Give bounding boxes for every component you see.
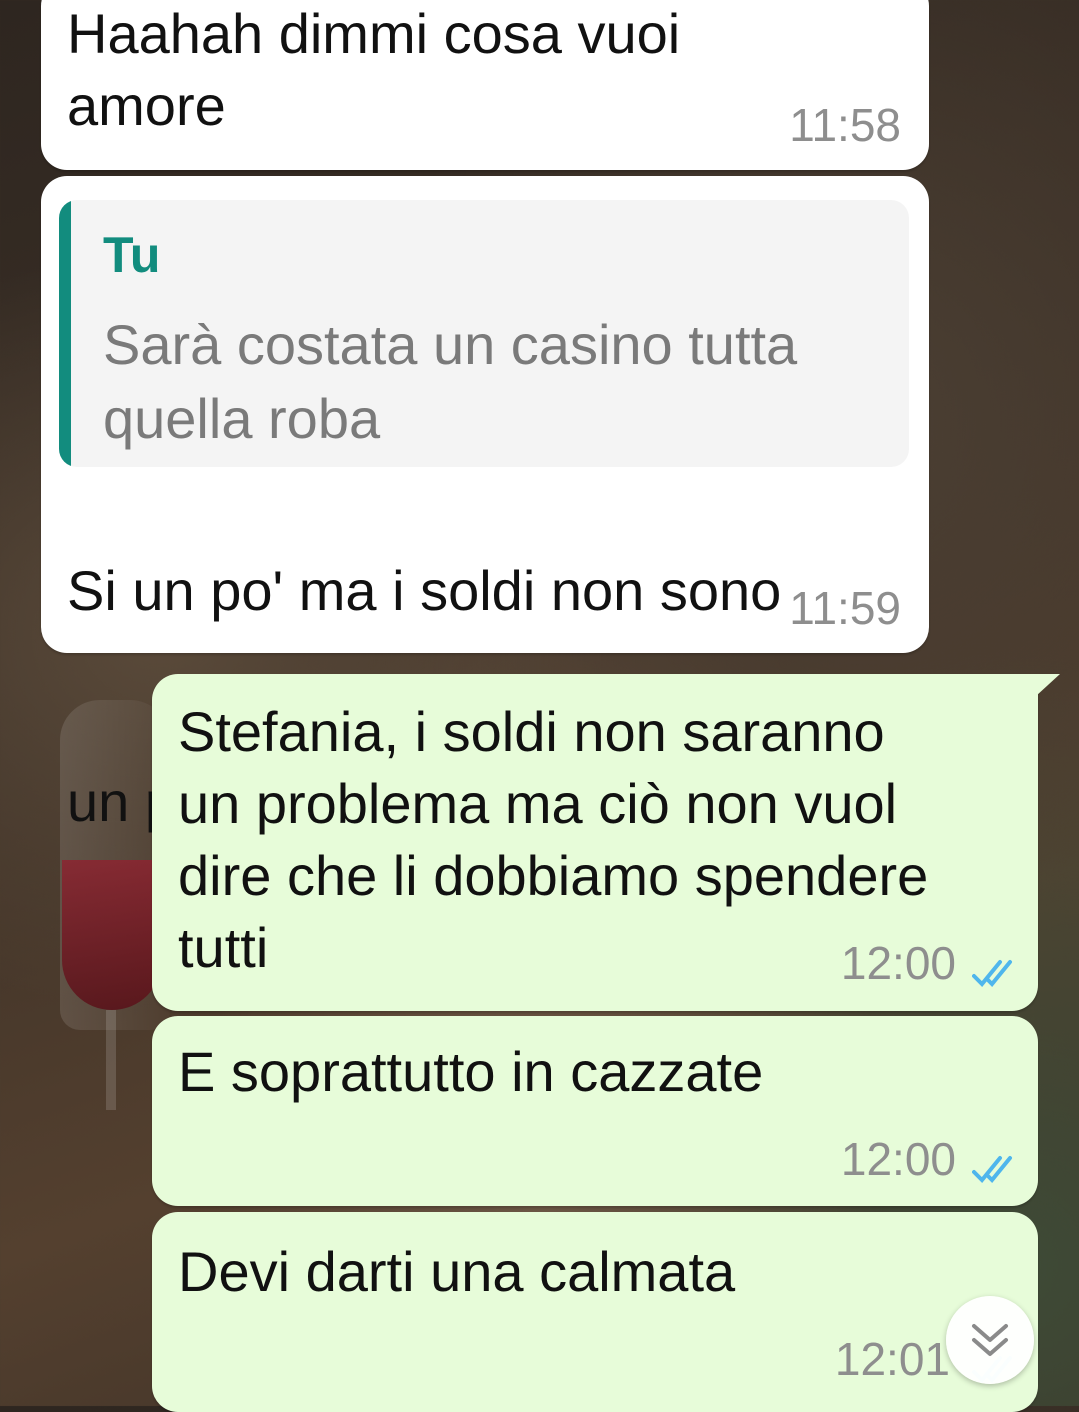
- message-time: 12:01: [834, 1333, 950, 1385]
- quote-text: Sarà costata un casino tutta quella roba: [103, 313, 798, 450]
- quote-accent-bar: [59, 200, 71, 467]
- outgoing-message[interactable]: E soprattutto in cazzate 12:00: [152, 1016, 1038, 1206]
- quote-author: Tu: [103, 227, 161, 283]
- message-text: Haahah dimmi cosa vuoi amore: [67, 2, 681, 137]
- chevron-double-down-icon: [972, 1324, 1008, 1356]
- message-time: 12:00: [840, 937, 956, 989]
- message-text-line: Si un po' ma i soldi non sono: [67, 559, 782, 622]
- double-check-icon: [972, 960, 1012, 987]
- outgoing-message[interactable]: Stefania, i soldi non saranno un problem…: [152, 674, 1038, 1011]
- message-time: 11:59: [789, 582, 901, 634]
- message-text: E soprattutto in cazzate: [178, 1040, 764, 1103]
- wallpaper-glass-stem: [106, 1010, 116, 1110]
- scroll-to-bottom-button[interactable]: [946, 1296, 1034, 1384]
- message-text: Devi darti una calmata: [178, 1240, 736, 1303]
- outgoing-message[interactable]: Devi darti una calmata 12:01: [152, 1212, 1038, 1412]
- double-check-icon: [972, 1156, 1012, 1183]
- quoted-message[interactable]: Tu Sarà costata un casino tutta quella r…: [59, 200, 909, 467]
- incoming-reply-message[interactable]: Tu Sarà costata un casino tutta quella r…: [41, 176, 929, 833]
- message-time: 12:00: [840, 1133, 956, 1185]
- message-time: 11:58: [789, 99, 901, 151]
- bubble-tail: [1036, 674, 1060, 696]
- incoming-message[interactable]: Haahah dimmi cosa vuoi amore 11:58: [41, 0, 929, 170]
- wallpaper-wine: [62, 860, 162, 1010]
